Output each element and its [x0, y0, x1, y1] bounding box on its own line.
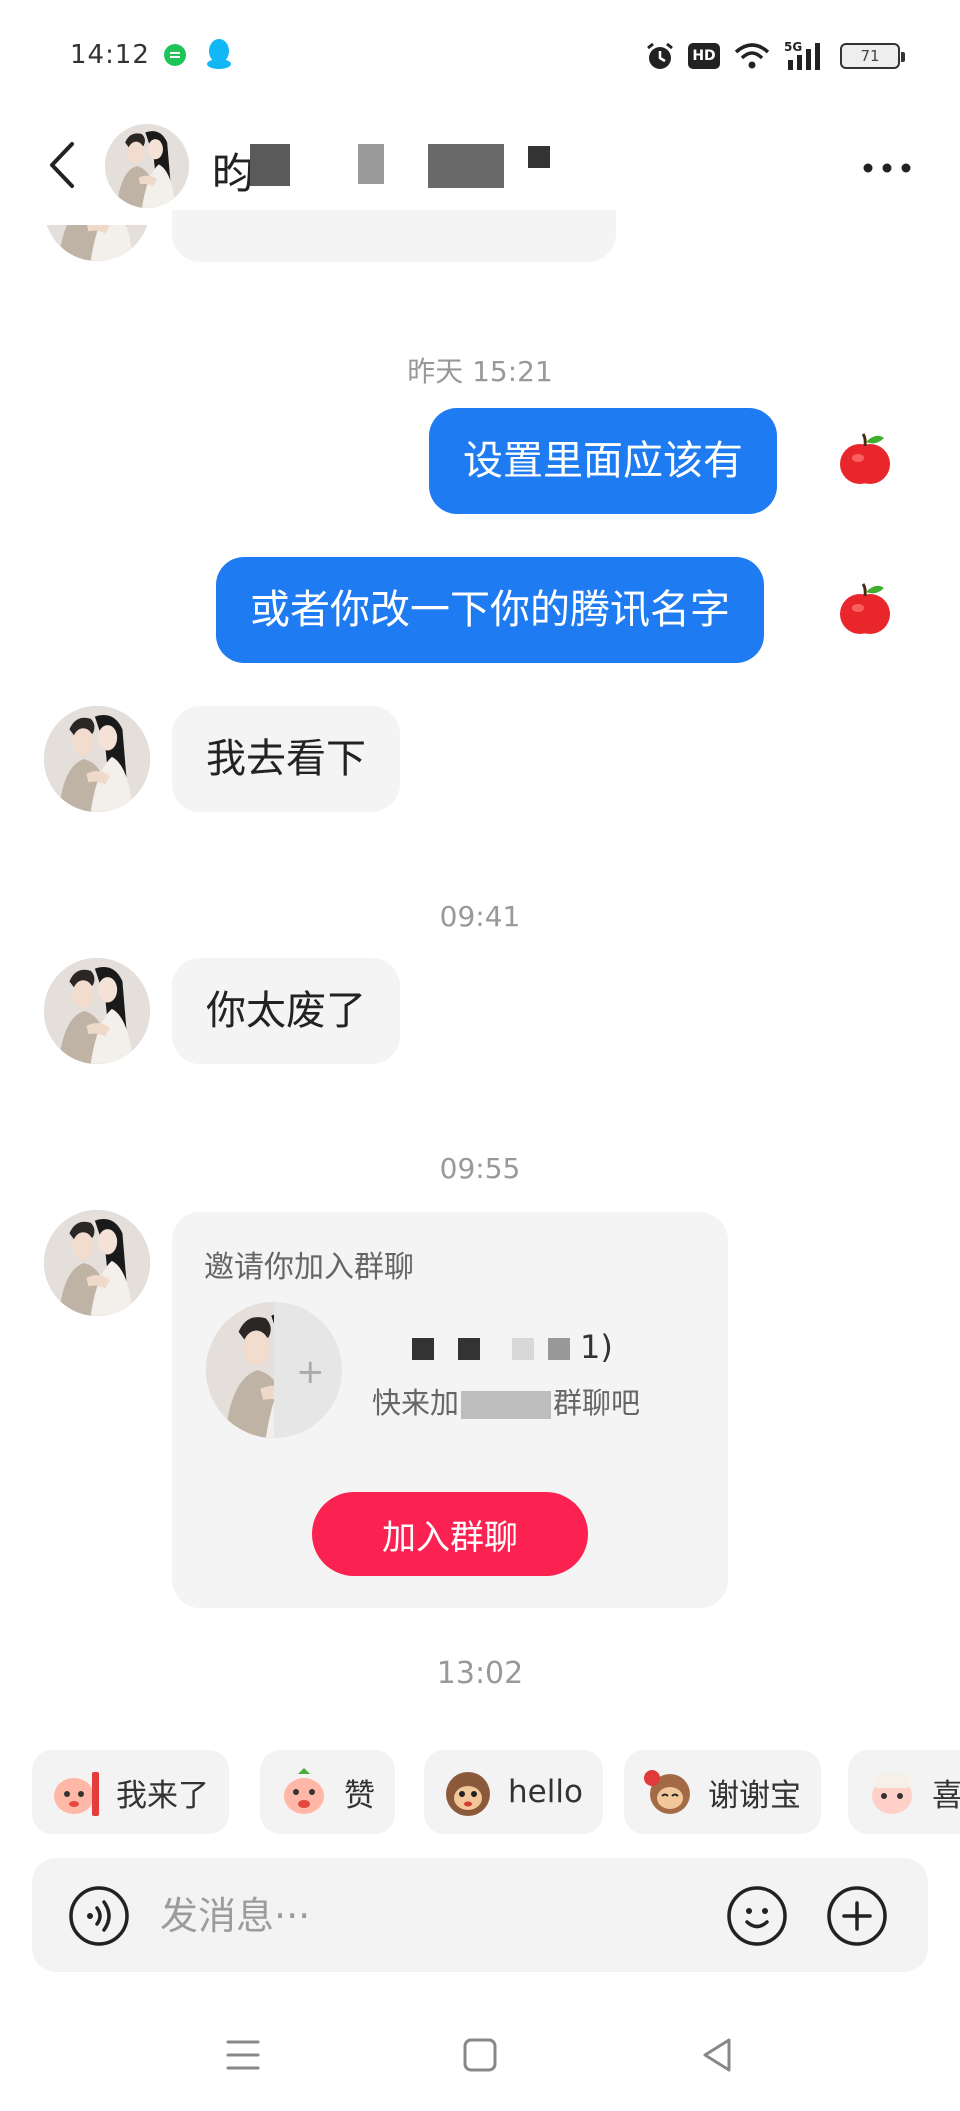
- arrive-emoji-icon: [54, 1772, 99, 1816]
- qq-icon: [207, 39, 231, 69]
- monkey-emoji-icon: [446, 1772, 490, 1816]
- previous-message-bubble: [172, 210, 616, 262]
- status-bar: 14:12 HD 5G 71: [0, 0, 960, 110]
- name-mosaic: [548, 1338, 570, 1360]
- contact-avatar[interactable]: [44, 1210, 150, 1316]
- message-timestamp: 昨天 15:21: [407, 355, 553, 388]
- name-mosaic: [461, 1391, 552, 1419]
- quick-reply-bar: 我来了 赞 hello 谢谢宝 喜: [32, 1750, 960, 1836]
- received-message[interactable]: 我去看下: [172, 706, 400, 812]
- quick-reply-label: hello: [508, 1774, 583, 1810]
- apple-avatar-icon[interactable]: [832, 428, 896, 492]
- group-invite-card[interactable]: 邀请你加入群聊 + 1) 快来加 群聊吧 加入群聊: [172, 1212, 728, 1608]
- quick-reply-chip[interactable]: 喜: [848, 1750, 960, 1834]
- subtitle-suffix: 群聊吧: [553, 1386, 641, 1420]
- hd-icon: HD: [688, 43, 720, 69]
- group-member-photo: [206, 1302, 274, 1438]
- menu-icon[interactable]: [220, 2032, 266, 2078]
- name-mosaic: [528, 146, 550, 168]
- plus-icon[interactable]: [826, 1885, 888, 1947]
- group-name: 1): [412, 1328, 672, 1368]
- quick-reply-chip[interactable]: hello: [424, 1750, 603, 1834]
- home-icon[interactable]: [457, 2032, 503, 2078]
- contact-avatar[interactable]: [105, 124, 189, 208]
- wifi-icon: [734, 43, 770, 69]
- name-mosaic: [512, 1338, 534, 1360]
- subtitle-prefix: 快来加: [372, 1386, 460, 1420]
- voice-input-icon[interactable]: [68, 1885, 130, 1947]
- system-nav-bar: [0, 2000, 960, 2111]
- quick-reply-label: 喜: [932, 1777, 960, 1814]
- happy-emoji-icon: [872, 1774, 912, 1814]
- quick-reply-label: 赞: [344, 1777, 375, 1814]
- invite-title: 邀请你加入群聊: [204, 1250, 414, 1285]
- signal-5g-icon: 5G: [784, 40, 820, 70]
- join-group-button[interactable]: 加入群聊: [312, 1492, 588, 1576]
- name-mosaic: [358, 144, 384, 184]
- message-input[interactable]: [160, 1888, 720, 1944]
- contact-name: 昀: [212, 149, 255, 198]
- name-mosaic: [412, 1338, 434, 1360]
- name-mosaic: [250, 144, 290, 186]
- contact-avatar[interactable]: [44, 706, 150, 812]
- thumb-emoji-icon: [284, 1768, 324, 1814]
- svg-text:5G: 5G: [784, 40, 802, 54]
- back-arrow-icon[interactable]: [44, 140, 80, 190]
- quick-reply-label: 我来了: [116, 1777, 209, 1814]
- received-message[interactable]: 你太废了: [172, 958, 400, 1064]
- chat-header: 昀: [0, 110, 960, 220]
- message-timestamp: 09:55: [439, 1152, 521, 1185]
- apple-avatar-icon[interactable]: [832, 578, 896, 642]
- add-member-icon: +: [296, 1352, 325, 1392]
- battery-icon: 71: [840, 43, 905, 69]
- message-timestamp: 09:41: [439, 900, 521, 933]
- quick-reply-chip[interactable]: 谢谢宝: [624, 1750, 821, 1834]
- message-timestamp: 13:02: [436, 1656, 524, 1691]
- quick-reply-chip[interactable]: 赞: [260, 1750, 395, 1834]
- emoji-icon[interactable]: [726, 1885, 788, 1947]
- group-invite-subtitle: 快来加 群聊吧: [372, 1380, 640, 1422]
- group-name-suffix: 1): [580, 1328, 613, 1366]
- back-nav-icon[interactable]: [695, 2032, 741, 2078]
- message-input-bar: [32, 1858, 928, 1972]
- contact-avatar[interactable]: [44, 958, 150, 1064]
- thanks-emoji-icon: [644, 1770, 690, 1814]
- name-mosaic: [428, 144, 504, 188]
- status-icons: HD 5G 71: [644, 38, 905, 74]
- more-options-icon[interactable]: [862, 162, 912, 174]
- group-avatar: +: [206, 1302, 342, 1438]
- quick-reply-chip[interactable]: 我来了: [32, 1750, 229, 1834]
- message-app-icon: [164, 44, 186, 66]
- quick-reply-label: 谢谢宝: [708, 1777, 801, 1814]
- sent-message[interactable]: 设置里面应该有: [429, 408, 777, 514]
- sent-message[interactable]: 或者你改一下你的腾讯名字: [216, 557, 764, 663]
- alarm-icon: [647, 42, 673, 69]
- status-time: 14:12: [70, 40, 150, 70]
- name-mosaic: [458, 1338, 480, 1360]
